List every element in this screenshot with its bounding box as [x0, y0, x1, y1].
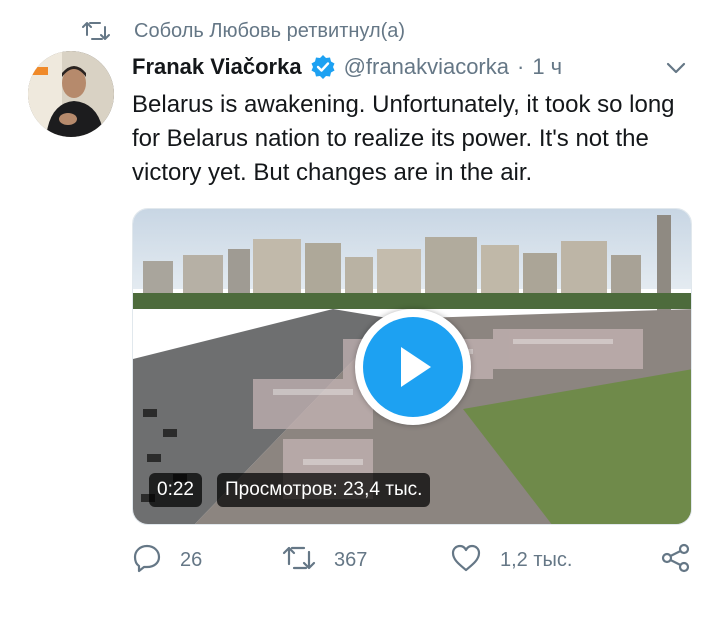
- reply-icon: [132, 543, 162, 578]
- retweet-label: Соболь Любовь ретвитнул(а): [134, 19, 406, 42]
- tweet-header: Franak Viačorka @franakviacorka · 1 ч: [132, 50, 700, 84]
- play-icon: [363, 317, 463, 417]
- retweet-icon: [282, 543, 316, 578]
- heart-icon: [450, 543, 482, 578]
- like-button[interactable]: 1,2 тыс.: [450, 540, 572, 580]
- author-name[interactable]: Franak Viačorka: [132, 54, 302, 80]
- retweet-button[interactable]: 367: [282, 540, 367, 580]
- share-button[interactable]: [660, 540, 692, 580]
- author-handle[interactable]: @franakviacorka: [344, 54, 509, 80]
- retweet-context[interactable]: Соболь Любовь ретвитнул(а): [82, 14, 405, 48]
- reply-button[interactable]: 26: [132, 540, 202, 580]
- separator-dot: ·: [517, 54, 525, 79]
- share-icon: [660, 542, 692, 579]
- tweet-timestamp[interactable]: 1 ч: [532, 54, 562, 80]
- play-button[interactable]: [355, 309, 471, 425]
- retweet-icon: [82, 18, 112, 44]
- video-views: Просмотров: 23,4 тыс.: [217, 473, 431, 507]
- like-count: 1,2 тыс.: [500, 548, 573, 571]
- tweet-text: Belarus is awakening. Unfortunately, it …: [132, 91, 675, 186]
- verified-badge-icon: [310, 54, 336, 80]
- video-player[interactable]: 0:22 Просмотров: 23,4 тыс.: [132, 208, 692, 525]
- retweet-count: 367: [334, 548, 368, 571]
- tweet-actions: 26 367 1,2 тыс.: [132, 540, 702, 580]
- reply-count: 26: [180, 548, 203, 571]
- video-duration: 0:22: [149, 473, 202, 507]
- chevron-down-icon[interactable]: [664, 56, 688, 80]
- avatar[interactable]: [28, 51, 114, 137]
